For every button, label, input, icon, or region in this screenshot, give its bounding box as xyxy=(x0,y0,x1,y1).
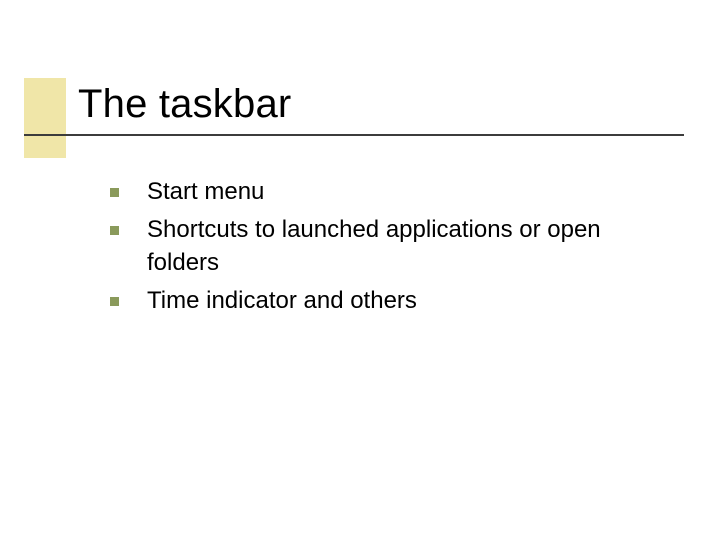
slide: The taskbar Start menu Shortcuts to laun… xyxy=(0,0,720,540)
title-underline xyxy=(24,134,684,136)
list-item: Time indicator and others xyxy=(110,285,670,317)
list-item-text: Start menu xyxy=(147,176,670,208)
square-bullet-icon xyxy=(110,188,119,197)
slide-title: The taskbar xyxy=(78,80,291,128)
list-item: Start menu xyxy=(110,176,670,208)
list-item: Shortcuts to launched applications or op… xyxy=(110,214,670,279)
square-bullet-icon xyxy=(110,226,119,235)
square-bullet-icon xyxy=(110,297,119,306)
body-text-block: Start menu Shortcuts to launched applica… xyxy=(110,176,670,324)
title-accent-block xyxy=(24,78,66,158)
list-item-text: Shortcuts to launched applications or op… xyxy=(147,214,670,279)
list-item-text: Time indicator and others xyxy=(147,285,670,317)
